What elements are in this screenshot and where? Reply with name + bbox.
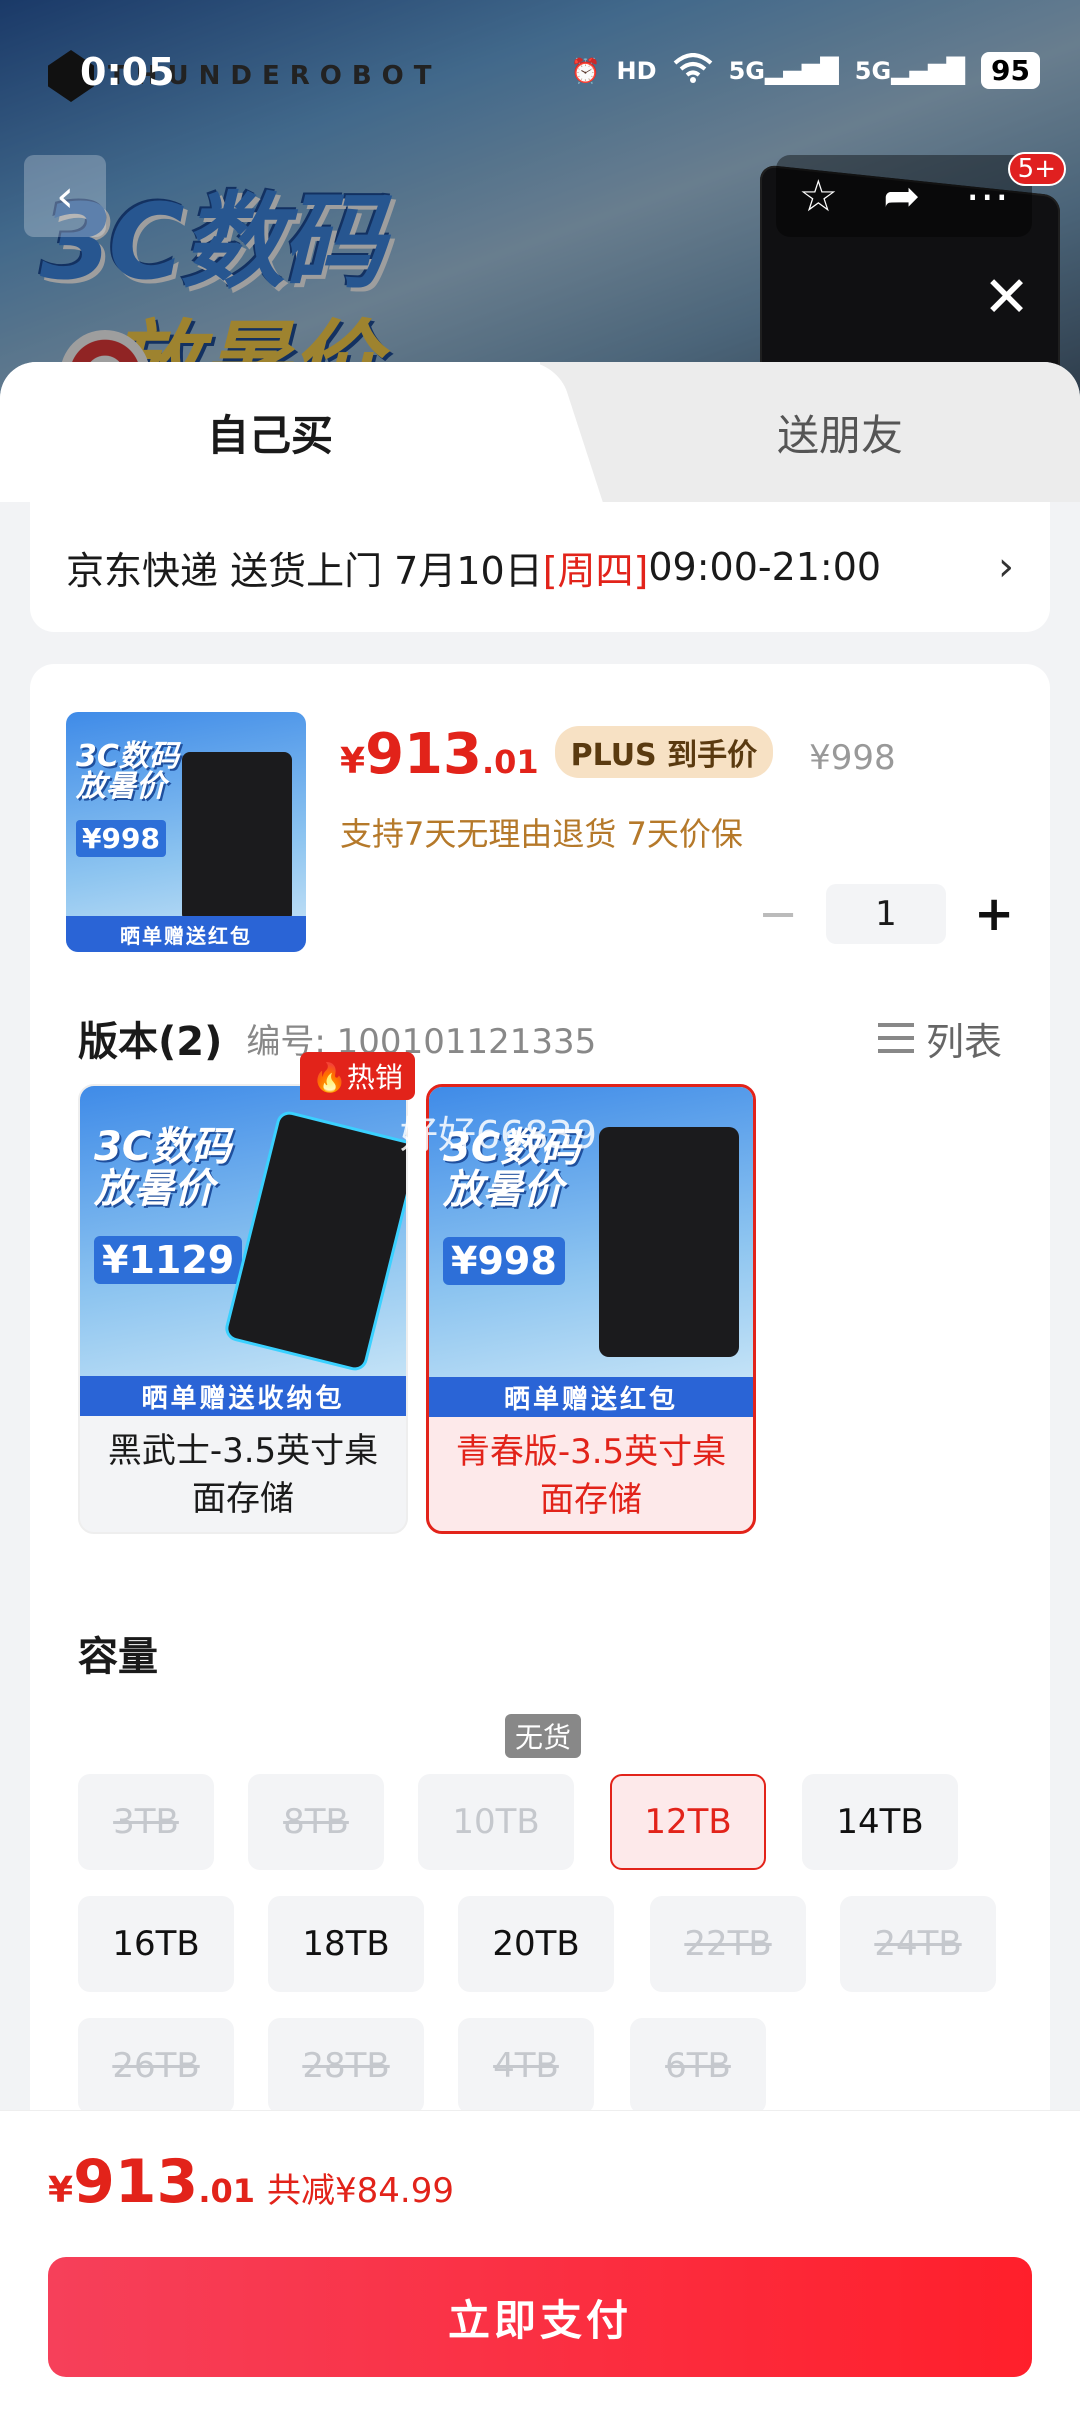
top-action-group: ☆ ➦ ⋯ <box>776 155 1032 237</box>
capacity-option[interactable]: 28TB <box>268 2018 424 2114</box>
thumb-banner: 晒单赠送红包 <box>66 916 306 952</box>
delivery-info[interactable]: 京东快递 送货上门 7月10日 [周四] 09:00-21:00 › <box>30 502 1050 632</box>
battery-indicator: 95 <box>981 52 1040 89</box>
decrease-quantity-button[interactable]: − <box>758 890 798 938</box>
thumb-device <box>182 752 292 922</box>
delivery-time: 09:00-21:00 <box>648 545 882 589</box>
purchase-tabs: 送朋友 自己买 <box>0 362 1080 502</box>
capacity-option[interactable]: 8TB <box>248 1774 384 1870</box>
thumb-title: 3C数码放暑价 <box>76 739 179 804</box>
capacity-option[interactable]: 22TB <box>650 1896 806 1992</box>
network-label-2: 5G <box>854 56 892 85</box>
capacity-title: 容量 <box>78 1634 158 1680</box>
version-title: 版本(2) <box>78 1019 223 1065</box>
product-options-card: 3C数码放暑价 ¥998 晒单赠送红包 ¥913.01 PLUS 到手价 ¥99… <box>30 664 1050 2164</box>
chevron-right-icon: › <box>998 544 1014 590</box>
status-icons: ⏰ HD 5G▂▄▆█ 5G▂▄▆█ 95 <box>571 52 1040 89</box>
version-device-image <box>226 1112 406 1370</box>
tab-buy-self[interactable]: 自己买 <box>0 362 540 502</box>
wifi-icon <box>673 52 713 89</box>
version-image-banner: 晒单赠送红包 <box>429 1377 753 1417</box>
user-watermark: 好好66839 <box>400 1113 597 1157</box>
capacity-option[interactable]: 3TB <box>78 1774 214 1870</box>
plus-price-tag: PLUS 到手价 <box>554 726 774 778</box>
total-price: ¥913.01 共减¥84.99 <box>48 2147 454 2217</box>
price-row: ¥913.01 PLUS 到手价 ¥998 <box>340 722 896 787</box>
capacity-option[interactable]: 6TB <box>630 2018 766 2114</box>
original-price: ¥998 <box>809 738 896 778</box>
version-header: 版本(2) 编号: 100101121335 列表 <box>78 1009 1002 1067</box>
version-image-title: 3C数码放暑价 <box>94 1124 232 1212</box>
total-currency: ¥ <box>48 2170 74 2211</box>
capacity-option[interactable]: 24TB <box>840 1896 996 1992</box>
price-int: 913 <box>365 722 482 787</box>
price-currency: ¥ <box>340 741 366 782</box>
list-icon <box>877 1021 914 1055</box>
capacity-option[interactable]: 16TB <box>78 1896 234 1992</box>
capacity-option[interactable]: 14TB <box>802 1774 958 1870</box>
star-icon[interactable]: ☆ <box>799 171 838 222</box>
hot-sale-badge: 🔥热销 <box>300 1052 415 1100</box>
increase-quantity-button[interactable]: + <box>974 890 1014 938</box>
version-name: 青春版-3.5英寸桌面存储 <box>455 1432 727 1520</box>
total-dec: .01 <box>198 2172 255 2210</box>
quantity-input[interactable]: 1 <box>826 884 946 944</box>
version-name: 黑武士-3.5英寸桌面存储 <box>107 1431 379 1519</box>
list-view-label: 列表 <box>925 1019 1002 1064</box>
share-icon[interactable]: ➦ <box>883 171 920 222</box>
more-icon[interactable]: ⋯ <box>965 171 1009 222</box>
version-option-black-warrior[interactable]: 3C数码放暑价 ¥1129 晒单赠送收纳包 黑武士-3.5英寸桌面存储 <box>78 1084 408 1534</box>
version-image: 3C数码放暑价 ¥1129 晒单赠送收纳包 <box>80 1086 406 1416</box>
version-device-image <box>599 1127 739 1357</box>
hot-sale-label: 热销 <box>346 1061 403 1094</box>
alarm-icon: ⏰ <box>570 56 601 85</box>
product-code: 编号: 100101121335 <box>246 1021 597 1062</box>
tab-gift-friend[interactable]: 送朋友 <box>540 362 1080 502</box>
capacity-option[interactable]: 18TB <box>268 1896 424 1992</box>
purchase-sheet: 送朋友 自己买 京东快递 送货上门 7月10日 [周四] 09:00-21:00… <box>0 362 1080 2412</box>
close-icon[interactable]: ✕ <box>983 270 1030 326</box>
total-saving: 共减¥84.99 <box>267 2171 454 2211</box>
tab-buy-self-label: 自己买 <box>206 410 333 460</box>
delivery-text: 京东快递 送货上门 7月10日 <box>66 548 543 593</box>
version-image-price: ¥998 <box>443 1237 565 1285</box>
price-dec: .01 <box>481 743 539 781</box>
total-int: 913 <box>73 2147 199 2217</box>
list-view-button[interactable]: 列表 <box>877 1011 1002 1066</box>
capacity-option-selected[interactable]: 12TB <box>610 1774 766 1870</box>
5g-signal-icon: 5G▂▄▆█ <box>728 56 839 85</box>
notification-badge: 5+ <box>1007 152 1066 186</box>
thumb-price: ¥998 <box>76 820 166 857</box>
version-image-price: ¥1129 <box>94 1236 243 1284</box>
delivery-weekday: [周四] <box>542 548 649 593</box>
plus-price: ¥913.01 <box>340 722 539 787</box>
status-bar: THUNDEROBOT 0:05 ⏰ HD 5G▂▄▆█ 5G▂▄▆█ 95 <box>0 40 1080 102</box>
hd-icon: HD <box>616 56 657 85</box>
capacity-option[interactable]: 10TB <box>418 1774 574 1870</box>
version-image-banner: 晒单赠送收纳包 <box>80 1376 406 1416</box>
capacity-option[interactable]: 26TB <box>78 2018 234 2114</box>
no-stock-badge: 无货 <box>505 1714 582 1758</box>
back-button[interactable]: ‹ <box>24 155 106 237</box>
status-time: 0:05 <box>80 50 175 94</box>
capacity-option[interactable]: 4TB <box>458 2018 594 2114</box>
5g-signal-icon-2: 5G▂▄▆█ <box>854 56 966 85</box>
capacity-option[interactable]: 20TB <box>458 1896 614 1992</box>
network-label: 5G <box>728 56 765 85</box>
quantity-stepper: − 1 + <box>758 884 1014 944</box>
checkout-bar: ¥913.01 共减¥84.99 立即支付 <box>0 2110 1080 2412</box>
chevron-left-icon: ‹ <box>56 170 74 222</box>
pay-now-button[interactable]: 立即支付 <box>48 2257 1032 2377</box>
product-thumbnail: 3C数码放暑价 ¥998 晒单赠送红包 <box>66 712 306 952</box>
return-guarantee: 支持7天无理由退货 7天价保 <box>340 815 743 853</box>
